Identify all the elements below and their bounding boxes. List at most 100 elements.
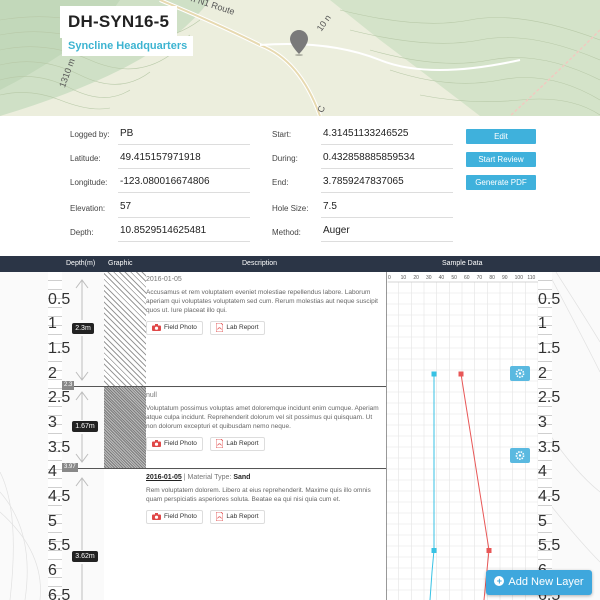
- longitude-value: -123.080016674806: [120, 176, 210, 187]
- field-photo-label: Field Photo: [164, 324, 197, 331]
- start-value: 4.31451133246525: [323, 128, 409, 139]
- layer-description[interactable]: null Voluptatum possimus voluptas amet d…: [146, 388, 386, 468]
- borehole-info-panel: Logged by: PB Latitude: 49.415157971918 …: [0, 116, 600, 256]
- column-sample-data: Sample Data: [442, 260, 483, 267]
- chart-scale-label: 50: [451, 275, 457, 281]
- camera-icon: [152, 323, 161, 331]
- sample-point-blue: [431, 371, 437, 377]
- sample-data-plot: 0 10 20 30 40 50 60 70 80 90 100 110: [386, 272, 538, 600]
- pdf-icon: [216, 511, 224, 521]
- column-depth: Depth(m): [66, 260, 96, 267]
- divider: [321, 168, 453, 169]
- generate-pdf-button[interactable]: Generate PDF: [466, 175, 536, 190]
- layer-boundary: [62, 468, 388, 469]
- layer-boundary: [62, 386, 388, 387]
- depth-label: Depth:: [70, 228, 94, 237]
- ruler-tick-label: 1.5: [538, 340, 560, 357]
- ruler-tick-label: 2: [538, 365, 552, 382]
- add-new-layer-label: Add New Layer: [508, 576, 584, 588]
- pdf-icon: [216, 438, 224, 448]
- camera-icon: [152, 439, 161, 447]
- end-label: End:: [272, 178, 289, 187]
- borehole-log: 0.5 1 1.5 2 2.5 3 3.5 4 4.5 5 5.5 6 6.5 0.5 1 1.5 2 2.5 3…: [0, 272, 600, 600]
- column-description: Description: [242, 260, 278, 267]
- depth-marker: 2.3: [62, 381, 75, 390]
- layer-date: null: [146, 392, 157, 399]
- ruler-tick-label: 2.5: [538, 389, 560, 406]
- ruler-tick-label: 2.5: [48, 389, 70, 406]
- divider: [118, 217, 250, 218]
- ruler-tick-label: 3.5: [538, 439, 560, 456]
- ruler-tick-label: 3: [48, 414, 62, 431]
- chart-scale-label: 30: [426, 275, 432, 281]
- chart-scale-label: 110: [527, 275, 535, 281]
- divider: [118, 168, 250, 169]
- ruler-tick-label: 6: [538, 562, 552, 579]
- field-photo-label: Field Photo: [164, 513, 197, 520]
- latitude-label: Latitude:: [70, 154, 101, 163]
- lab-report-button[interactable]: Lab Report: [210, 510, 265, 524]
- hole-size-value: 7.5: [323, 201, 337, 212]
- lab-report-label: Lab Report: [226, 513, 259, 520]
- ruler-tick-label: 5.5: [48, 537, 70, 554]
- lithology-graphic: [104, 468, 146, 600]
- field-photo-button[interactable]: Field Photo: [146, 510, 203, 524]
- camera-icon: [152, 512, 161, 520]
- layer-date: 2016-01-05: [146, 276, 182, 283]
- ruler-tick-label: 1: [538, 315, 552, 332]
- ruler-tick-label: 6: [48, 562, 62, 579]
- layer-settings-button[interactable]: [510, 366, 530, 381]
- layer-description[interactable]: 2016-01-05 Accusamus et rem voluptatem e…: [146, 272, 386, 386]
- chart-scale-label: 90: [502, 275, 508, 281]
- layer-text: Accusamus et rem voluptatem eveniet mole…: [146, 289, 378, 314]
- divider: [118, 144, 250, 145]
- lab-report-button[interactable]: Lab Report: [210, 437, 265, 451]
- logged-by-value: PB: [120, 128, 134, 139]
- ruler-tick-label: 0.5: [48, 291, 70, 308]
- start-review-button[interactable]: Start Review: [466, 152, 536, 167]
- divider: [118, 192, 250, 193]
- chart-scale-label: 10: [401, 275, 407, 281]
- lab-report-label: Lab Report: [226, 440, 259, 447]
- lithology-graphic: [104, 272, 146, 386]
- chart-scale-label: 60: [464, 275, 470, 281]
- gear-icon: [515, 369, 525, 378]
- latitude-value: 49.415157971918: [120, 152, 201, 163]
- location-pin-icon[interactable]: [290, 30, 308, 56]
- method-label: Method:: [272, 228, 301, 237]
- chart-scale-label: 70: [477, 275, 483, 281]
- edit-button[interactable]: Edit: [466, 129, 536, 144]
- depth-marker: 3.97: [62, 463, 78, 472]
- ruler-tick-label: 5: [48, 513, 62, 530]
- ruler-tick-label: 5: [538, 513, 552, 530]
- layer-description[interactable]: 2016-01-05 | Material Type: Sand Rem vol…: [146, 470, 386, 600]
- field-photo-button[interactable]: Field Photo: [146, 321, 203, 335]
- divider: [321, 144, 453, 145]
- field-photo-button[interactable]: Field Photo: [146, 437, 203, 451]
- layer-thickness-badge: 3.62m: [72, 551, 98, 562]
- sample-point-red: [486, 548, 492, 553]
- lab-report-button[interactable]: Lab Report: [210, 321, 265, 335]
- ruler-tick-label: 2: [48, 365, 62, 382]
- layer-settings-button[interactable]: [510, 448, 530, 463]
- elevation-label: Elevation:: [70, 204, 106, 213]
- material-type-value: Sand: [233, 474, 251, 481]
- log-table-header: Depth(m) Graphic Description Sample Data: [0, 256, 600, 272]
- end-value: 3.7859247837065: [323, 176, 404, 187]
- add-new-layer-button[interactable]: + Add New Layer: [486, 570, 592, 595]
- plus-icon: +: [494, 576, 505, 586]
- layer-date-line: 2016-01-05 | Material Type: Sand: [146, 474, 384, 481]
- sample-point-blue: [431, 548, 437, 553]
- column-graphic: Graphic: [108, 260, 133, 267]
- ruler-tick-label: 3: [538, 414, 552, 431]
- material-type-label: | Material Type:: [183, 474, 232, 481]
- lithology-graphic: [104, 386, 146, 468]
- ruler-tick-label: 6.5: [48, 587, 71, 600]
- ruler-tick-label: 4.5: [538, 488, 560, 505]
- gear-icon: [515, 451, 525, 460]
- ruler-tick-label: 4.5: [48, 488, 70, 505]
- location-map[interactable]: n N1 Route 10 n 1310 m C DH-SYN16-5 Sync…: [0, 0, 600, 116]
- layer-thickness-badge: 2.3m: [72, 323, 94, 334]
- layer-thickness-badge: 1.67m: [72, 421, 98, 432]
- divider: [118, 241, 250, 242]
